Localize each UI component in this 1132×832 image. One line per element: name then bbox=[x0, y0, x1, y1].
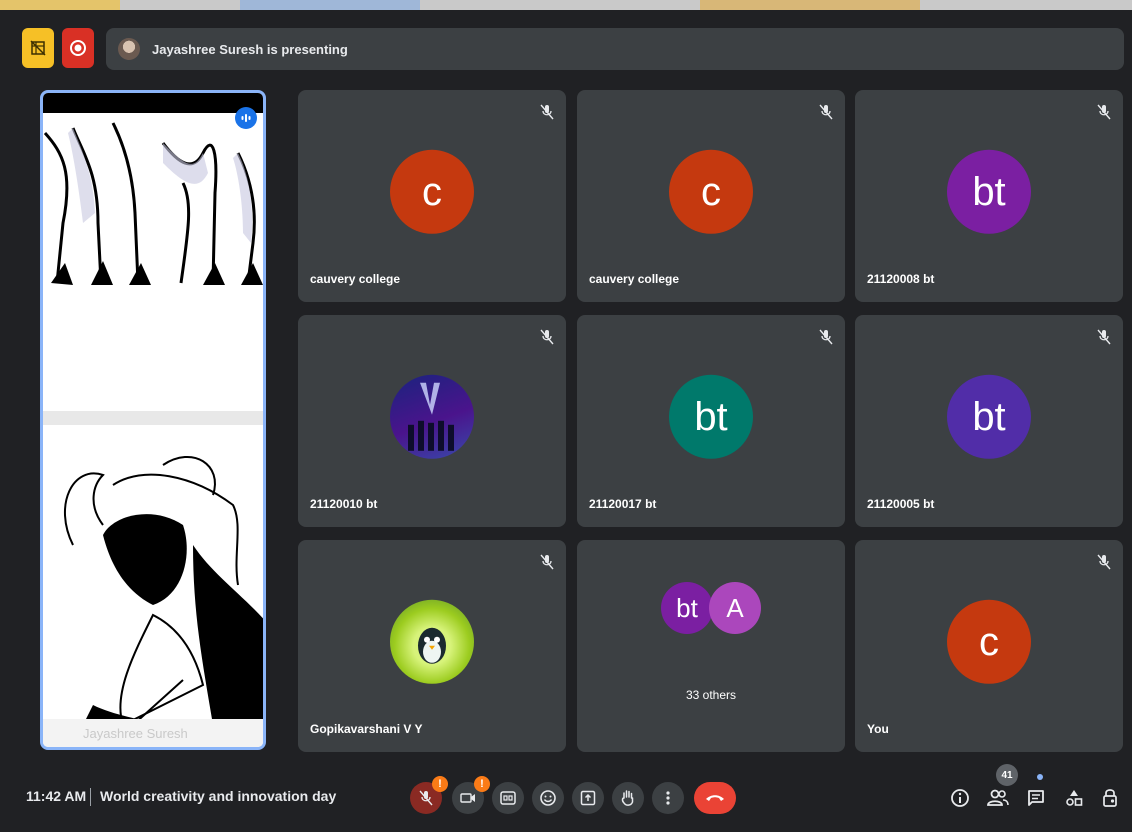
participants-button[interactable] bbox=[984, 784, 1012, 812]
mic-off-icon bbox=[419, 790, 433, 806]
participant-tile[interactable]: c cauvery college bbox=[298, 90, 566, 302]
chat-button[interactable] bbox=[1022, 784, 1050, 812]
chat-icon bbox=[1028, 790, 1044, 806]
participant-name: 21120017 bt bbox=[589, 497, 657, 511]
layout-icon[interactable] bbox=[22, 28, 54, 68]
camera-off-icon bbox=[460, 793, 475, 803]
recording-icon[interactable] bbox=[62, 28, 94, 68]
emoji-icon bbox=[540, 790, 556, 806]
mic-off-icon bbox=[1097, 329, 1111, 345]
lock-person-icon bbox=[1103, 789, 1117, 807]
control-bar: 11:42 AM World creativity and innovation… bbox=[0, 764, 1132, 832]
info-icon bbox=[951, 789, 969, 807]
mic-off-icon bbox=[819, 329, 833, 345]
participant-name: You bbox=[867, 722, 889, 736]
host-controls-button[interactable] bbox=[1096, 784, 1124, 812]
mic-off-icon bbox=[540, 554, 554, 570]
more-options-button[interactable] bbox=[652, 782, 684, 814]
participant-name: 21120008 bt bbox=[867, 272, 935, 286]
activities-button[interactable] bbox=[1060, 784, 1088, 812]
presentation-image-top bbox=[43, 113, 263, 413]
avatar: A bbox=[709, 582, 761, 634]
participant-tile[interactable]: Gopikavarshani V Y bbox=[298, 540, 566, 752]
presenter-footer: Jayashree Suresh bbox=[43, 719, 263, 747]
hang-up-icon bbox=[706, 795, 724, 801]
presenting-label: Jayashree Suresh is presenting bbox=[152, 41, 348, 57]
people-icon bbox=[987, 789, 1009, 806]
participant-name: cauvery college bbox=[589, 272, 680, 286]
warning-badge: ! bbox=[432, 776, 448, 792]
record-icon bbox=[70, 40, 86, 56]
participant-tile[interactable]: bt 21120005 bt bbox=[855, 315, 1123, 527]
unread-dot bbox=[1037, 774, 1043, 780]
raise-hand-button[interactable] bbox=[612, 782, 644, 814]
strip-band bbox=[0, 0, 120, 10]
participants-count-badge: 41 bbox=[996, 764, 1018, 786]
mic-off-icon bbox=[1097, 104, 1111, 120]
presenting-bar: Jayashree Suresh is presenting bbox=[106, 28, 1124, 70]
self-tile[interactable]: c You bbox=[855, 540, 1123, 752]
presentation-top-bar bbox=[43, 93, 263, 113]
participant-tile[interactable]: 21120010 bt bbox=[298, 315, 566, 527]
avatar: bt bbox=[669, 374, 753, 459]
divider bbox=[90, 788, 91, 806]
presenter-name: Jayashree Suresh bbox=[83, 725, 188, 741]
participant-tile[interactable]: bt 21120008 bt bbox=[855, 90, 1123, 302]
strip-band bbox=[700, 0, 920, 10]
clock: 11:42 AM bbox=[26, 788, 87, 804]
avatar: bt bbox=[661, 582, 713, 634]
others-count: 33 others bbox=[685, 688, 737, 702]
avatar: bt bbox=[947, 374, 1031, 459]
profile-photo bbox=[390, 374, 474, 459]
microphone-button[interactable]: ! bbox=[410, 776, 448, 814]
captions-icon bbox=[500, 791, 516, 805]
others-tile[interactable]: bt A 33 others bbox=[577, 540, 845, 752]
meeting-title: World creativity and innovation day bbox=[100, 788, 337, 804]
participant-name: 21120005 bt bbox=[867, 497, 935, 511]
presenter-tile[interactable]: Jayashree Suresh bbox=[40, 90, 266, 750]
strip-band bbox=[240, 0, 420, 10]
captions-button[interactable] bbox=[492, 782, 524, 814]
participant-name: cauvery college bbox=[310, 272, 401, 286]
presentation-divider bbox=[43, 411, 263, 425]
more-vert-icon bbox=[666, 791, 670, 805]
reactions-button[interactable] bbox=[532, 782, 564, 814]
speaking-indicator-icon bbox=[235, 107, 257, 129]
meeting-details-button[interactable] bbox=[946, 784, 974, 812]
mic-off-icon bbox=[1097, 554, 1111, 570]
participant-name: Gopikavarshani V Y bbox=[310, 722, 423, 736]
avatar: c bbox=[669, 149, 753, 234]
present-button[interactable] bbox=[572, 782, 604, 814]
top-strip bbox=[0, 0, 1132, 10]
profile-photo bbox=[390, 599, 474, 684]
mic-off-icon bbox=[819, 104, 833, 120]
presenter-avatar bbox=[118, 38, 140, 60]
participant-name: 21120010 bt bbox=[310, 497, 378, 511]
participant-tile[interactable]: c cauvery college bbox=[577, 90, 845, 302]
camera-button[interactable]: ! bbox=[452, 776, 490, 814]
mic-off-icon bbox=[540, 104, 554, 120]
grid-off-icon bbox=[30, 40, 46, 56]
mic-off-icon bbox=[540, 329, 554, 345]
avatar: c bbox=[947, 599, 1031, 684]
participant-tile[interactable]: bt 21120017 bt bbox=[577, 315, 845, 527]
leave-call-button[interactable] bbox=[694, 782, 736, 814]
avatar: bt bbox=[947, 149, 1031, 234]
avatar: c bbox=[390, 149, 474, 234]
warning-badge: ! bbox=[474, 776, 490, 792]
hand-icon bbox=[621, 790, 634, 806]
shapes-icon bbox=[1066, 790, 1083, 806]
present-screen-icon bbox=[580, 790, 596, 806]
presentation-image-bottom bbox=[43, 425, 263, 727]
